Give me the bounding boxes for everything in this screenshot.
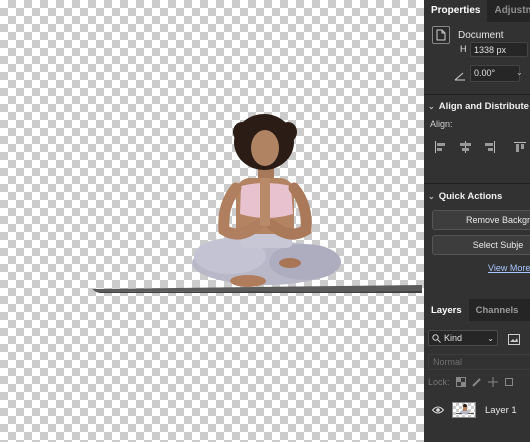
- document-label: Document: [458, 29, 504, 41]
- chevron-down-icon: ⌄: [487, 333, 494, 343]
- view-more-link[interactable]: View More: [488, 263, 530, 273]
- align-right-icon[interactable]: [482, 140, 496, 153]
- angle-dropdown-icon[interactable]: ⌄: [516, 68, 523, 77]
- align-center-icon[interactable]: [458, 140, 472, 153]
- layers-tab-bar: Layers Channels: [424, 299, 530, 321]
- chevron-down-icon: ⌄: [428, 192, 435, 201]
- tab-layers[interactable]: Layers: [424, 299, 469, 321]
- chevron-down-icon: ⌄: [428, 102, 435, 111]
- select-subject-button[interactable]: Select Subje: [432, 235, 530, 255]
- search-icon: [432, 333, 441, 343]
- visibility-eye-icon[interactable]: [432, 406, 444, 414]
- yoga-figure-image: [92, 114, 422, 293]
- layer-filter-kind-select[interactable]: Kind ⌄: [428, 330, 498, 346]
- height-field[interactable]: 1338 px: [470, 42, 528, 57]
- divider: [424, 183, 530, 184]
- align-top-icon[interactable]: [514, 140, 528, 152]
- image-filter-icon[interactable]: [508, 332, 520, 350]
- properties-tab-bar: Properties Adjustme: [424, 0, 530, 22]
- align-buttons: [434, 140, 528, 153]
- layer-thumbnail: [452, 402, 476, 418]
- lock-position-icon[interactable]: [487, 377, 498, 387]
- quick-actions-header[interactable]: ⌄ Quick Actions: [428, 191, 502, 202]
- document-icon: [432, 26, 450, 44]
- align-left-icon[interactable]: [434, 140, 448, 153]
- lock-transparency-icon[interactable]: [455, 377, 466, 387]
- remove-background-button[interactable]: Remove Backgr: [432, 210, 530, 230]
- tab-channels[interactable]: Channels: [469, 299, 526, 321]
- angle-field[interactable]: 0.00°: [470, 65, 520, 82]
- align-section-header[interactable]: ⌄ Align and Distribute: [428, 101, 529, 112]
- tab-properties[interactable]: Properties: [424, 0, 488, 22]
- lock-brush-icon[interactable]: [471, 377, 482, 387]
- align-label: Align:: [430, 119, 453, 129]
- right-panel: Properties Adjustme Document H 1338 px 0…: [424, 0, 530, 442]
- tab-adjustments[interactable]: Adjustme: [487, 0, 530, 22]
- lock-row: Lock:: [428, 377, 514, 387]
- layer-name: Layer 1: [485, 404, 517, 416]
- document-canvas[interactable]: [0, 0, 424, 442]
- angle-icon: [454, 68, 466, 86]
- divider: [424, 94, 530, 95]
- blend-mode-select[interactable]: Normal: [428, 354, 530, 370]
- layer-row[interactable]: Layer 1: [424, 398, 530, 422]
- lock-artboard-icon[interactable]: [504, 377, 514, 387]
- height-label: H: [460, 44, 467, 54]
